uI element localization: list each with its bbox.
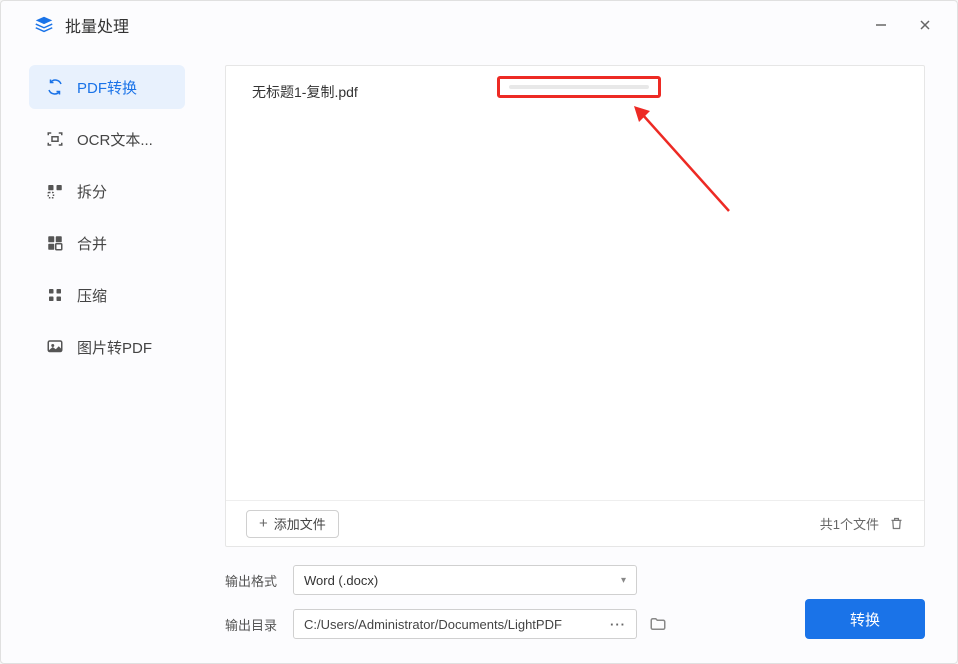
output-format-value: Word (.docx) <box>304 573 378 588</box>
sidebar-item-image-to-pdf[interactable]: 图片转PDF <box>29 325 185 369</box>
split-icon <box>45 181 65 201</box>
output-dir-input[interactable]: C:/Users/Administrator/Documents/LightPD… <box>293 609 637 639</box>
output-format-row: 输出格式 Word (.docx) ▾ <box>225 565 925 595</box>
sidebar-item-label: OCR文本... <box>77 129 153 150</box>
sidebar-item-ocr[interactable]: OCR文本... <box>29 117 185 161</box>
file-list-area: 无标题1-复制.pdf + 添加文件 共1个文件 <box>225 65 925 547</box>
file-list-footer: + 添加文件 共1个文件 <box>226 500 924 546</box>
sidebar-item-merge[interactable]: 合并 <box>29 221 185 265</box>
sidebar-item-label: PDF转换 <box>77 77 137 98</box>
ocr-icon <box>45 129 65 149</box>
output-dir-label: 输出目录 <box>225 615 293 634</box>
sidebar-item-pdf-convert[interactable]: PDF转换 <box>29 65 185 109</box>
sidebar-item-label: 合并 <box>77 233 107 254</box>
main-panel: 无标题1-复制.pdf + 添加文件 共1个文件 <box>201 49 957 663</box>
output-dir-value: C:/Users/Administrator/Documents/LightPD… <box>304 617 562 632</box>
open-folder-button[interactable] <box>649 615 667 633</box>
file-count-label: 共1个文件 <box>820 514 879 533</box>
chevron-down-icon: ▾ <box>621 575 626 586</box>
minimize-button[interactable] <box>869 13 893 37</box>
plus-icon: + <box>259 515 268 532</box>
sidebar-item-label: 压缩 <box>77 285 107 306</box>
merge-icon <box>45 233 65 253</box>
compress-icon <box>45 285 65 305</box>
close-button[interactable] <box>913 13 937 37</box>
output-format-select[interactable]: Word (.docx) ▾ <box>293 565 637 595</box>
sidebar-item-split[interactable]: 拆分 <box>29 169 185 213</box>
app-window: 批量处理 PDF转换 <box>0 0 958 664</box>
sidebar-item-compress[interactable]: 压缩 <box>29 273 185 317</box>
output-format-label: 输出格式 <box>225 571 293 590</box>
window-title: 批量处理 <box>65 13 129 37</box>
titlebar: 批量处理 <box>1 1 957 49</box>
convert-icon <box>45 77 65 97</box>
window-controls <box>869 13 937 37</box>
sidebar: PDF转换 OCR文本... 拆分 <box>1 49 201 663</box>
body: PDF转换 OCR文本... 拆分 <box>1 49 957 663</box>
add-file-button[interactable]: + 添加文件 <box>246 510 339 538</box>
annotation-arrow <box>634 106 754 226</box>
image-pdf-icon <box>45 337 65 357</box>
file-name: 无标题1-复制.pdf <box>252 82 358 102</box>
trash-icon[interactable] <box>889 516 904 531</box>
sidebar-item-label: 图片转PDF <box>77 337 152 358</box>
file-count: 共1个文件 <box>820 514 904 533</box>
more-icon[interactable]: ··· <box>610 617 626 632</box>
sidebar-item-label: 拆分 <box>77 181 107 202</box>
annotation-highlight-box <box>497 76 661 98</box>
add-file-label: 添加文件 <box>274 514 326 533</box>
convert-button[interactable]: 转换 <box>805 599 925 639</box>
app-icon <box>33 14 55 36</box>
